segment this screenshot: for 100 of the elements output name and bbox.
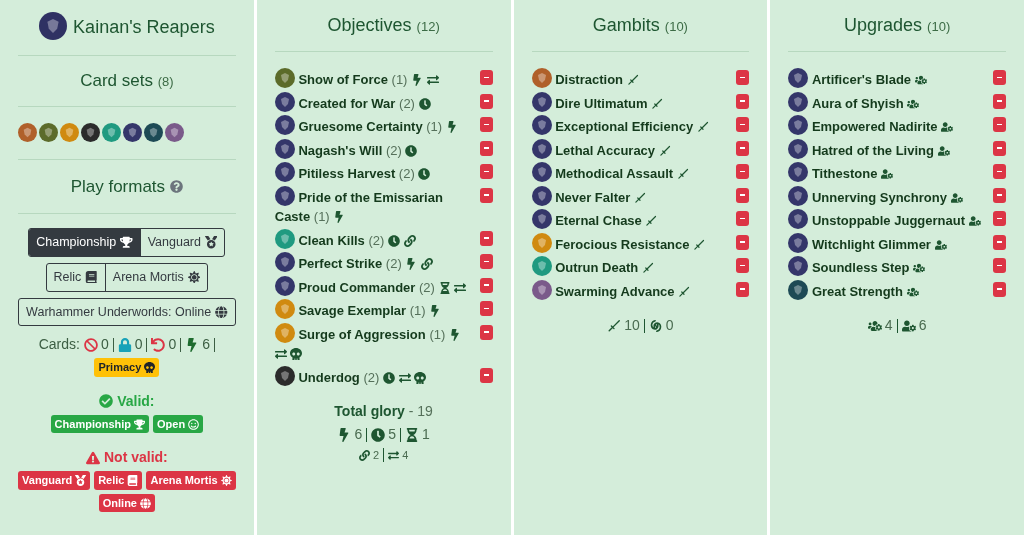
remove-button[interactable] (993, 211, 1006, 226)
card-entry[interactable]: Unstoppable Juggernaut (788, 209, 981, 231)
card-entry[interactable]: Eternal Chase (531, 209, 658, 231)
card-entry[interactable]: Gruesome Certainty (1) (274, 115, 458, 137)
minus-icon (997, 170, 1002, 173)
remove-button[interactable] (479, 140, 493, 156)
format-toggle[interactable]: Relic (46, 263, 105, 291)
card-entry[interactable]: Ferocious Resistance (531, 232, 706, 254)
remove-button[interactable] (479, 70, 493, 85)
remove-button[interactable] (479, 254, 493, 269)
faction-icon (165, 122, 184, 142)
remove-button[interactable] (736, 258, 750, 273)
remove-button[interactable] (993, 93, 1006, 109)
card-entry[interactable]: Great Strength (788, 279, 919, 301)
card-entry[interactable]: Empowered Nadirite (788, 115, 954, 137)
minus-icon (997, 217, 1002, 220)
remove-button[interactable] (736, 93, 750, 109)
minus-icon (483, 284, 489, 286)
minus-icon (997, 100, 1002, 102)
card-entry[interactable]: Savage Exemplar (1) (274, 299, 442, 321)
remove-button[interactable] (479, 301, 493, 316)
format-toggle[interactable]: Vanguard (139, 229, 225, 256)
user-gear-icon (901, 318, 916, 333)
remove-button[interactable] (479, 187, 493, 203)
card-entry[interactable]: Underdog (2) (274, 365, 427, 387)
minus-icon (740, 76, 746, 79)
card-entry[interactable]: Dire Ultimatum (531, 91, 664, 113)
card-entry[interactable]: Swarming Advance (531, 279, 691, 301)
faction-icon (531, 162, 552, 182)
card-entry[interactable]: Artificer's Blade (788, 68, 927, 90)
stat-count: 4 (867, 315, 893, 336)
card-entry[interactable]: Witchlight Glimmer (788, 232, 947, 254)
remove-button[interactable] (993, 187, 1006, 203)
remove-button[interactable] (993, 164, 1006, 179)
remove-button[interactable] (479, 117, 493, 132)
remove-button[interactable] (736, 117, 750, 132)
format-toggle[interactable]: Warhammer Underworlds: Online (19, 298, 235, 326)
stat-count: 0 (151, 334, 177, 356)
swap-arrows-icon (274, 348, 287, 360)
remove-button[interactable] (479, 367, 493, 383)
remove-button[interactable] (736, 187, 750, 203)
remove-button[interactable] (736, 211, 750, 226)
card-entry[interactable]: Aura of Shyish (788, 91, 920, 113)
card-entry[interactable]: Pride of the Emissarian Caste (1) (274, 185, 476, 227)
faction-icon (788, 256, 809, 276)
skull-icon (290, 348, 303, 360)
minus-icon (483, 374, 489, 376)
card-entry[interactable]: Surge of Aggression (1) (274, 322, 476, 364)
faction-icon (531, 209, 552, 229)
remove-button[interactable] (993, 258, 1006, 273)
card-entry[interactable]: Pitiless Harvest (2) (274, 162, 431, 184)
format-toggle[interactable]: Arena Mortis (104, 263, 208, 291)
card-entry[interactable]: Distraction (531, 68, 639, 90)
faction-icon (788, 138, 809, 159)
remove-button[interactable] (736, 140, 750, 156)
card-entry[interactable]: Lethal Accuracy (531, 138, 671, 160)
remove-button[interactable] (993, 117, 1006, 132)
minus-icon (740, 264, 746, 267)
format-toggle[interactable]: Championship (29, 229, 140, 256)
card-entry[interactable]: Outrun Death (531, 256, 654, 278)
remove-button[interactable] (479, 230, 493, 246)
minus-icon (997, 288, 1002, 290)
remove-button[interactable] (736, 70, 750, 85)
faction-icon (274, 322, 295, 343)
clock-icon (382, 371, 395, 384)
card-entry[interactable]: Unnerving Synchrony (788, 185, 963, 207)
faction-icon (274, 68, 295, 88)
remove-button[interactable] (993, 70, 1006, 85)
card-entry[interactable]: Perfect Strike (2) (274, 252, 433, 274)
spiral-icon (648, 318, 663, 333)
faction-icon (274, 252, 295, 272)
users-gear-icon (867, 318, 882, 333)
sword-icon (651, 97, 664, 110)
card-entry[interactable]: Hatred of the Living (788, 138, 950, 160)
remove-button[interactable] (993, 234, 1006, 250)
card-entry[interactable]: Never Falter (531, 185, 646, 207)
remove-button[interactable] (479, 164, 493, 179)
remove-button[interactable] (993, 140, 1006, 156)
remove-button[interactable] (479, 93, 493, 109)
card-entry[interactable]: Created for War (2) (274, 91, 431, 113)
card-entry[interactable]: Nagash's Will (2) (274, 138, 418, 160)
stat-count: 0 (648, 315, 674, 336)
card-entry[interactable]: Exceptional Efficiency (531, 115, 709, 137)
faction-icon (788, 209, 809, 229)
remove-button[interactable] (993, 281, 1006, 297)
book-icon (85, 270, 98, 284)
user-gear-icon (937, 144, 950, 157)
remove-button[interactable] (736, 234, 750, 250)
card-entry[interactable]: Soundless Step (788, 256, 926, 278)
card-entry[interactable]: Tithestone (788, 162, 893, 184)
remove-button[interactable] (736, 164, 750, 179)
card-entry[interactable]: Clean Kills (2) (274, 228, 416, 250)
remove-button[interactable] (479, 324, 493, 340)
globe-icon (140, 497, 151, 509)
card-entry[interactable]: Show of Force (1) (274, 68, 439, 90)
remove-button[interactable] (736, 281, 750, 297)
minus-icon (483, 260, 489, 263)
card-entry[interactable]: Proud Commander (2) (274, 275, 467, 297)
remove-button[interactable] (479, 277, 493, 293)
card-entry[interactable]: Methodical Assault (531, 162, 689, 184)
